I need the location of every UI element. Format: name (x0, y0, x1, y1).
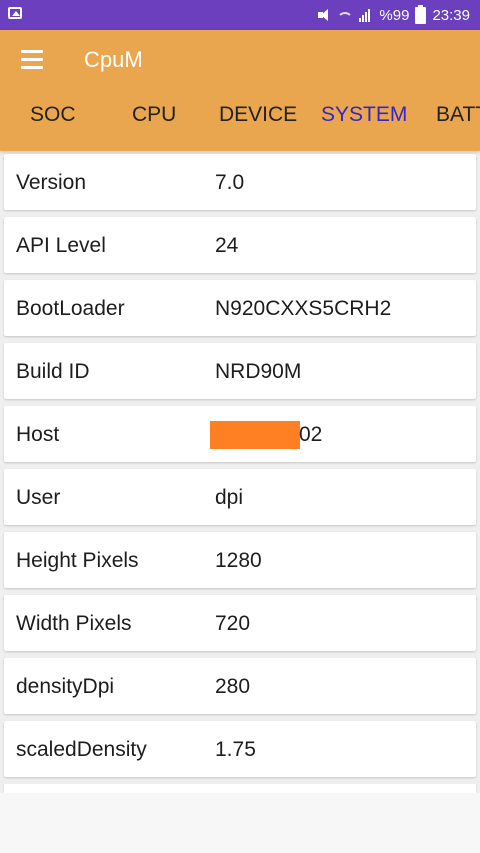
status-bar: %99 23:39 (0, 0, 480, 30)
signal-icon (359, 8, 373, 22)
property-value: 1280 (215, 549, 262, 572)
battery-percentage: %99 (379, 6, 410, 24)
tab-soc[interactable]: SOC (30, 103, 76, 127)
property-value: 24 (215, 234, 239, 257)
property-label: User (16, 486, 61, 509)
property-label: Width Pixels (16, 612, 132, 635)
status-right-group: %99 23:39 (317, 0, 470, 30)
list-item-density-dpi: densityDpi 280 (4, 658, 476, 714)
property-value: 280 (215, 675, 251, 698)
bottom-area (0, 793, 480, 853)
property-value: dpi (215, 486, 244, 509)
list-item-api-level: API Level 24 (4, 217, 476, 273)
property-value: NRD90M (215, 360, 302, 383)
list-item-user: User dpi (4, 469, 476, 525)
property-value: 720 (215, 612, 251, 635)
hamburger-menu-icon[interactable] (21, 50, 45, 72)
property-value: 1.75 (215, 738, 256, 761)
tab-device[interactable]: DEVICE (219, 103, 297, 127)
property-label: BootLoader (16, 297, 125, 320)
property-value: 7.0 (215, 171, 245, 194)
list-item-version: Version 7.0 (4, 154, 476, 210)
mute-icon (317, 8, 331, 22)
list-item-build-id: Build ID NRD90M (4, 343, 476, 399)
redaction-block (210, 421, 300, 449)
image-icon (8, 7, 22, 19)
list-item-height-pixels: Height Pixels 1280 (4, 532, 476, 588)
property-label: Host (16, 423, 60, 446)
app-bar: CpuM SOC CPU DEVICE SYSTEM BATT (0, 30, 480, 151)
tab-bar: SOC CPU DEVICE SYSTEM BATT (0, 103, 480, 141)
property-label: Height Pixels (16, 549, 139, 572)
app-title: CpuM (84, 47, 143, 72)
tab-cpu[interactable]: CPU (132, 103, 176, 127)
list-item-host: Host 02 (4, 406, 476, 462)
list-item-width-pixels: Width Pixels 720 (4, 595, 476, 651)
property-label: densityDpi (16, 675, 115, 698)
property-label: API Level (16, 234, 106, 257)
system-info-list: Version 7.0 API Level 24 BootLoader N920… (4, 151, 476, 804)
property-label: Version (16, 171, 87, 194)
wifi-icon (337, 11, 354, 22)
property-value: 02 (299, 423, 323, 446)
battery-icon (415, 4, 427, 24)
property-label: scaledDensity (16, 738, 147, 761)
tab-system[interactable]: SYSTEM (321, 103, 407, 127)
tab-battery[interactable]: BATT (436, 103, 480, 127)
list-item-scaled-density: scaledDensity 1.75 (4, 721, 476, 777)
property-label: Build ID (16, 360, 90, 383)
property-value: N920CXXS5CRH2 (215, 297, 392, 320)
list-item-bootloader: BootLoader N920CXXS5CRH2 (4, 280, 476, 336)
status-time: 23:39 (432, 6, 470, 24)
